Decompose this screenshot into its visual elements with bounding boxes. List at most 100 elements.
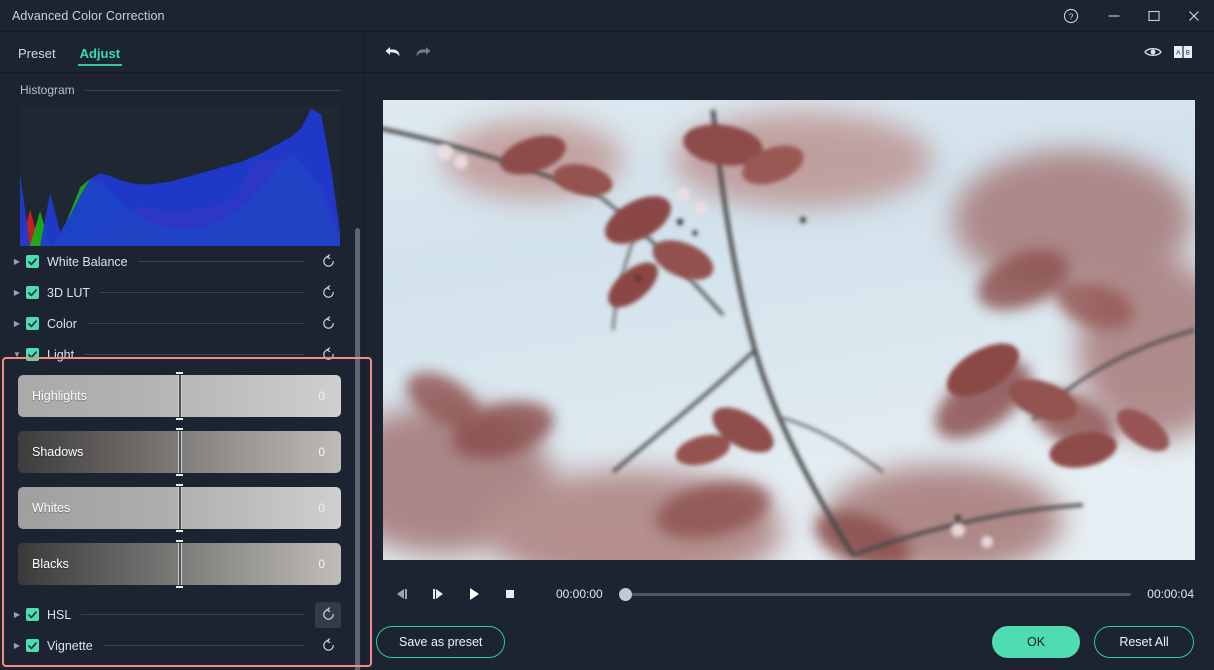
tab-preset[interactable]: Preset bbox=[18, 32, 56, 73]
section-label-hsl: HSL bbox=[47, 607, 72, 622]
maximize-icon[interactable] bbox=[1134, 0, 1174, 32]
checkbox-light[interactable] bbox=[26, 348, 39, 361]
section-divider bbox=[102, 645, 305, 646]
undo-icon[interactable] bbox=[378, 37, 408, 67]
section-divider bbox=[100, 292, 305, 293]
section-row-light[interactable]: ▼ Light bbox=[8, 339, 341, 370]
section-label-3d-lut: 3D LUT bbox=[47, 285, 91, 300]
handle-cap-bottom bbox=[175, 529, 184, 533]
chevron-right-icon[interactable]: ▶ bbox=[8, 257, 26, 266]
checkbox-color[interactable] bbox=[26, 317, 39, 330]
slider-label-whites: Whites bbox=[32, 501, 71, 515]
window-title: Advanced Color Correction bbox=[12, 8, 165, 23]
chevron-right-icon[interactable]: ▶ bbox=[8, 610, 26, 619]
previous-frame-icon[interactable] bbox=[384, 579, 420, 609]
ok-button[interactable]: OK bbox=[992, 626, 1080, 658]
advanced-color-correction-window: Advanced Color Correction ? Preset Adjus… bbox=[0, 0, 1214, 670]
panel-scrollbar[interactable] bbox=[355, 228, 360, 670]
section-row-3d-lut[interactable]: ▶ 3D LUT bbox=[8, 277, 341, 308]
checkbox-3d-lut[interactable] bbox=[26, 286, 39, 299]
histogram-header: Histogram bbox=[20, 83, 341, 97]
slider-handle-whites[interactable] bbox=[175, 483, 184, 533]
slider-value-whites: 0 bbox=[318, 501, 325, 515]
slider-label-blacks: Blacks bbox=[32, 557, 69, 571]
panel-tabs: Preset Adjust bbox=[0, 32, 363, 73]
section-label-color: Color bbox=[47, 316, 77, 331]
slider-blacks[interactable]: Blacks 0 bbox=[18, 539, 341, 589]
handle-stem bbox=[177, 543, 182, 585]
section-divider bbox=[81, 614, 305, 615]
section-row-vignette[interactable]: ▶ Vignette bbox=[8, 630, 341, 661]
total-timecode: 00:00:04 bbox=[1147, 587, 1194, 601]
histogram-canvas bbox=[20, 108, 340, 246]
seek-track[interactable] bbox=[630, 592, 1132, 596]
section-list-bottom: ▶ HSL ▶ Vignette bbox=[0, 599, 363, 661]
checkbox-white-balance[interactable] bbox=[26, 255, 39, 268]
svg-text:A: A bbox=[1176, 49, 1181, 56]
preview-photo bbox=[383, 99, 1195, 560]
light-slider-group: Highlights 0 Shadows 0 Whites 0 Blacks 0 bbox=[0, 370, 363, 589]
play-icon[interactable] bbox=[456, 579, 492, 609]
footer-bar: Save as preset OK Reset All bbox=[364, 614, 1214, 670]
section-label-vignette: Vignette bbox=[47, 638, 93, 653]
video-preview[interactable] bbox=[383, 99, 1195, 560]
section-row-white-balance[interactable]: ▶ White Balance bbox=[8, 246, 341, 277]
histogram-chart bbox=[20, 106, 340, 246]
slider-value-shadows: 0 bbox=[318, 445, 325, 459]
slider-handle-highlights[interactable] bbox=[175, 371, 184, 421]
reset-icon-vignette[interactable] bbox=[315, 633, 341, 659]
checkbox-hsl[interactable] bbox=[26, 608, 39, 621]
section-divider bbox=[84, 354, 305, 355]
section-row-hsl[interactable]: ▶ HSL bbox=[8, 599, 341, 630]
next-frame-icon[interactable] bbox=[420, 579, 456, 609]
section-label-light: Light bbox=[47, 347, 75, 362]
reset-all-button[interactable]: Reset All bbox=[1094, 626, 1194, 658]
section-row-color[interactable]: ▶ Color bbox=[8, 308, 341, 339]
chevron-right-icon[interactable]: ▶ bbox=[8, 319, 26, 328]
reset-icon-white-balance[interactable] bbox=[315, 249, 341, 275]
histogram-series-blue bbox=[20, 108, 340, 246]
slider-highlights[interactable]: Highlights 0 bbox=[18, 371, 341, 421]
stop-icon[interactable] bbox=[492, 579, 528, 609]
chevron-right-icon[interactable]: ▶ bbox=[8, 641, 26, 650]
slider-shadows[interactable]: Shadows 0 bbox=[18, 427, 341, 477]
histogram-label: Histogram bbox=[20, 83, 75, 97]
handle-stem bbox=[177, 375, 182, 417]
reset-icon-light[interactable] bbox=[315, 342, 341, 368]
current-timecode: 00:00:00 bbox=[556, 587, 603, 601]
slider-value-highlights: 0 bbox=[318, 389, 325, 403]
tab-adjust[interactable]: Adjust bbox=[77, 32, 123, 73]
slider-label-highlights: Highlights bbox=[32, 389, 87, 403]
main-content: Preset Adjust Histogram ▶ White Balance ▶ 3… bbox=[0, 32, 1214, 670]
slider-handle-blacks[interactable] bbox=[175, 539, 184, 589]
chevron-right-icon[interactable]: ▶ bbox=[8, 288, 26, 297]
slider-whites[interactable]: Whites 0 bbox=[18, 483, 341, 533]
seek-bar[interactable] bbox=[618, 579, 1132, 609]
reset-icon-hsl[interactable] bbox=[315, 601, 341, 628]
reset-icon-3d-lut[interactable] bbox=[315, 280, 341, 306]
slider-value-blacks: 0 bbox=[318, 557, 325, 571]
minimize-icon[interactable] bbox=[1094, 0, 1134, 32]
checkbox-vignette[interactable] bbox=[26, 639, 39, 652]
redo-icon[interactable] bbox=[408, 37, 438, 67]
video-preview-area bbox=[364, 73, 1214, 574]
seek-handle[interactable] bbox=[618, 587, 632, 601]
slider-handle-shadows[interactable] bbox=[175, 427, 184, 477]
slider-label-shadows: Shadows bbox=[32, 445, 84, 459]
eye-icon[interactable] bbox=[1138, 37, 1168, 67]
ab-compare-icon[interactable]: AB bbox=[1168, 37, 1198, 67]
window-controls: ? bbox=[1054, 0, 1214, 32]
section-label-white-balance: White Balance bbox=[47, 254, 128, 269]
save-as-preset-button[interactable]: Save as preset bbox=[376, 626, 506, 658]
help-icon[interactable]: ? bbox=[1054, 0, 1088, 32]
svg-text:B: B bbox=[1186, 49, 1190, 56]
adjust-panel: Preset Adjust Histogram ▶ White Balance ▶ 3… bbox=[0, 32, 372, 670]
section-divider bbox=[137, 261, 305, 262]
histogram-section: Histogram bbox=[0, 73, 363, 246]
preview-pane: AB 00:00:00 00:00:04 Save as preset OK R… bbox=[364, 32, 1214, 670]
reset-icon-color[interactable] bbox=[315, 311, 341, 337]
chevron-down-icon[interactable]: ▼ bbox=[8, 350, 26, 359]
close-icon[interactable] bbox=[1174, 0, 1214, 32]
panel-scroll-area: Histogram ▶ White Balance ▶ 3D LUT ▶ Color ▼ Li… bbox=[0, 73, 363, 670]
handle-cap-bottom bbox=[175, 417, 184, 421]
